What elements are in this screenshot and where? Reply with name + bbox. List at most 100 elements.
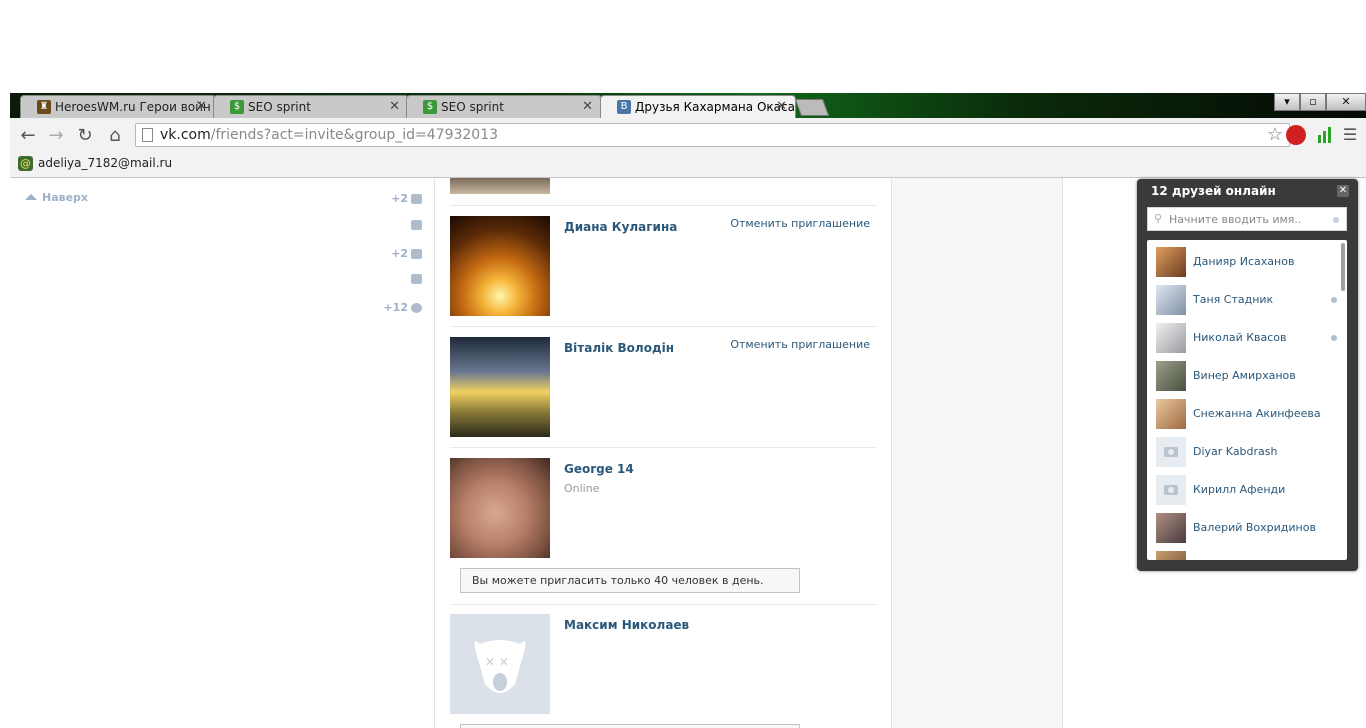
online-friend-name: Кирилл Афенди (1193, 483, 1286, 496)
tab-title: SEO sprint (441, 100, 504, 114)
tab-seo-sprint-2[interactable]: $ SEO sprint ✕ (406, 95, 602, 118)
scrollbar-thumb[interactable] (1341, 243, 1345, 291)
online-friend-item[interactable]: Таня Стадник (1156, 284, 1341, 316)
messages-counter[interactable] (411, 220, 422, 230)
counter-value: +2 (391, 192, 408, 205)
friend-icon (411, 193, 422, 204)
close-icon[interactable]: ✕ (1337, 185, 1349, 197)
online-status: Online (564, 482, 600, 495)
dollar-s-icon: $ (423, 100, 437, 114)
friend-photo[interactable] (450, 337, 550, 437)
deactivated-dog-icon[interactable]: ✕ ✕ (450, 614, 550, 714)
home-icon[interactable]: ⌂ (105, 125, 125, 146)
invite-limit-notice: Вы можете пригласить только 40 человек в… (460, 568, 800, 593)
online-friend-name: Снежанна Акинфеева (1193, 407, 1321, 420)
status-dot-icon (1333, 217, 1339, 223)
online-search-input[interactable]: ⚲ Начните вводить имя.. (1147, 207, 1347, 231)
divider (450, 447, 877, 448)
avatar (1156, 551, 1186, 560)
arrow-up-icon (25, 194, 37, 200)
close-window-button[interactable]: ✕ (1326, 93, 1366, 111)
online-friend-name: Винер Амирханов (1193, 369, 1296, 382)
online-friend-item[interactable]: Diyar Kabdrash (1156, 436, 1341, 468)
restore-button[interactable]: ▫ (1300, 93, 1326, 111)
counter-value: +2 (391, 247, 408, 260)
avatar (1156, 399, 1186, 429)
page-icon (142, 128, 153, 142)
online-friend-item[interactable]: Кирилл Афенди (1156, 474, 1341, 506)
tab-title: HeroesWM.ru Герои войн (55, 100, 211, 114)
online-friends-list: Данияр Исаханов Таня Стадник Николай Ква… (1147, 240, 1347, 560)
search-placeholder: Начните вводить имя.. (1169, 213, 1302, 226)
friend-photo[interactable] (450, 216, 550, 316)
mobile-status-icon (1331, 335, 1337, 341)
divider (450, 604, 877, 605)
browser-toolbar: ← → ↻ ⌂ vk.com/friends?act=invite&group_… (10, 118, 1366, 152)
bookmark-star-icon[interactable]: ☆ (1267, 124, 1283, 145)
counter-value: +12 (383, 301, 408, 314)
online-friend-item[interactable]: Винер Амирханов (1156, 360, 1341, 392)
browser-tabstrip: ♜ HeroesWM.ru Герои войн ✕ $ SEO sprint … (10, 93, 1366, 118)
close-icon[interactable]: ✕ (389, 99, 400, 114)
cancel-invite-link[interactable]: Отменить приглашение (730, 217, 870, 230)
online-friend-item[interactable]: Данияр Исаханов (1156, 246, 1341, 278)
friends-invite-list: Диана Кулагина Отменить приглашение Віта… (434, 178, 892, 728)
online-friend-name: Данияр Исаханов (1193, 255, 1295, 268)
avatar (1156, 323, 1186, 353)
right-gray-column (892, 178, 1063, 728)
avatar (1156, 361, 1186, 391)
online-friend-item-partial[interactable] (1156, 550, 1341, 560)
scroll-up-link[interactable]: Наверх (25, 191, 88, 204)
close-icon[interactable]: ✕ (196, 99, 207, 114)
left-sidebar: Наверх +2 +2 +12 (10, 178, 434, 728)
friend-name[interactable]: Максим Николаев (564, 618, 689, 632)
menu-icon[interactable]: ☰ (1340, 125, 1360, 144)
settings-counter[interactable]: +12 (383, 301, 422, 314)
groups-counter[interactable]: +2 (391, 247, 422, 260)
friend-name[interactable]: Віталік Володін (564, 341, 674, 355)
forward-arrow-icon[interactable]: → (46, 125, 66, 146)
signal-bars-icon[interactable] (1316, 125, 1336, 145)
online-friend-item[interactable]: Валерий Вохридинов (1156, 512, 1341, 544)
bookmark-mail[interactable]: adeliya_7182@mail.ru (38, 156, 172, 170)
friend-name[interactable]: Диана Кулагина (564, 220, 677, 234)
minimize-button[interactable]: ▾ (1274, 93, 1300, 111)
groups-icon (411, 248, 422, 259)
avatar (1156, 247, 1186, 277)
url-path: /friends?act=invite&group_id=47932013 (210, 127, 499, 143)
tab-title: Друзья Кахармана Окаса (635, 100, 795, 114)
tab-seo-sprint-1[interactable]: $ SEO sprint ✕ (213, 95, 409, 118)
friend-photo[interactable] (450, 458, 550, 558)
address-bar[interactable]: vk.com/friends?act=invite&group_id=47932… (135, 123, 1290, 147)
cancel-invite-link[interactable]: Отменить приглашение (730, 338, 870, 351)
camera-icon (1156, 475, 1186, 505)
bookmarks-bar: @ adeliya_7182@mail.ru (10, 152, 1366, 178)
new-tab-button[interactable] (794, 99, 830, 116)
online-friend-item[interactable]: Снежанна Акинфеева (1156, 398, 1341, 430)
online-friend-name: Николай Квасов (1193, 331, 1287, 344)
comments-counter[interactable] (411, 274, 422, 284)
tab-heroeswm[interactable]: ♜ HeroesWM.ru Герои войн ✕ (20, 95, 216, 118)
online-friend-item[interactable]: Николай Квасов (1156, 322, 1341, 354)
online-friend-name: Валерий Вохридинов (1193, 521, 1316, 534)
settings-icon (411, 302, 422, 313)
reload-icon[interactable]: ↻ (75, 125, 95, 146)
online-friend-name: Таня Стадник (1193, 293, 1274, 306)
dollar-s-icon: $ (230, 100, 244, 114)
divider (450, 205, 877, 206)
close-icon[interactable]: ✕ (582, 99, 593, 114)
back-arrow-icon[interactable]: ← (18, 125, 38, 146)
tab-vk-friends[interactable]: B Друзья Кахармана Окаса ✕ (600, 95, 796, 118)
adblock-icon[interactable] (1286, 125, 1306, 145)
invite-limit-notice-partial (460, 724, 800, 728)
friends-counter[interactable]: +2 (391, 192, 422, 205)
friend-name[interactable]: George 14 (564, 462, 634, 476)
camera-icon (1156, 437, 1186, 467)
mobile-status-icon (1331, 297, 1337, 303)
helmet-icon: ♜ (37, 100, 51, 114)
vk-icon: B (617, 100, 631, 114)
divider (450, 326, 877, 327)
mail-icon (411, 220, 422, 230)
close-icon[interactable]: ✕ (776, 99, 787, 114)
svg-text:✕ ✕: ✕ ✕ (485, 655, 509, 669)
